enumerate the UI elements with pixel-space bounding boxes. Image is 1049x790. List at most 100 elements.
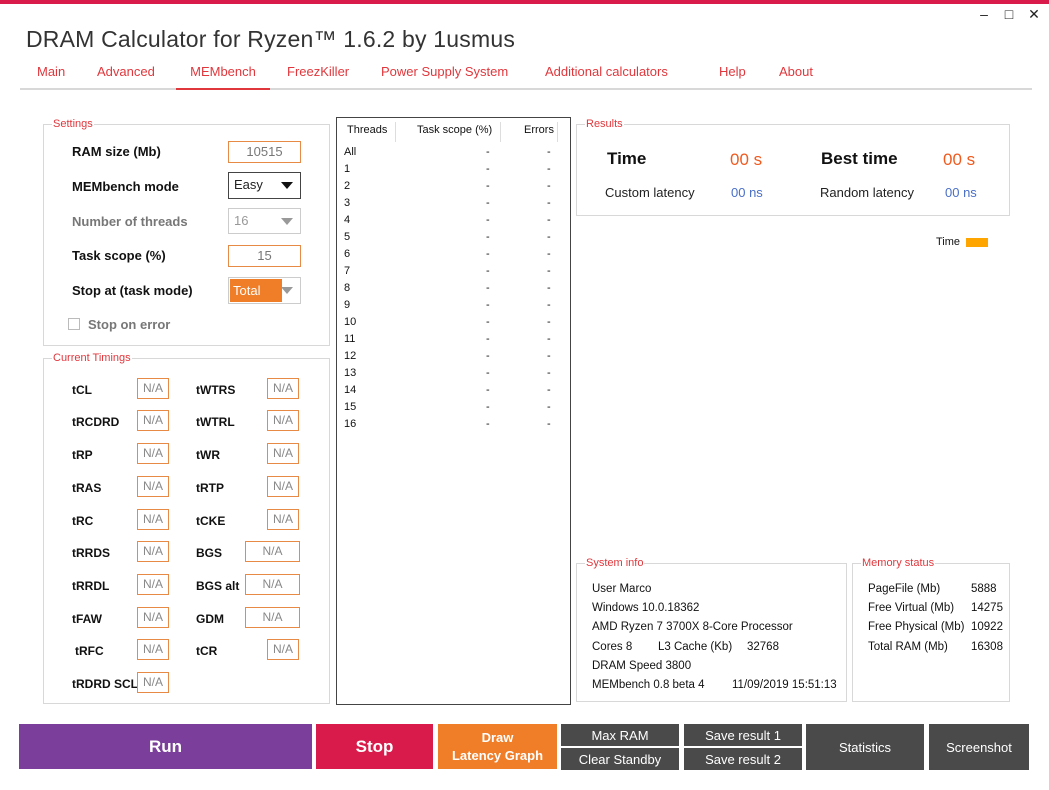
threads-select[interactable]: 16 (228, 208, 301, 234)
timing-value: N/A (267, 443, 299, 464)
timing-value: N/A (137, 541, 169, 562)
clear-standby-button[interactable]: Clear Standby (561, 748, 679, 770)
membench-mode-select[interactable]: Easy (228, 172, 301, 199)
thread-errors: - (547, 197, 551, 209)
thread-id: 15 (344, 401, 357, 413)
tab-main[interactable]: Main (37, 64, 65, 79)
timing-label: tWTRL (196, 415, 235, 429)
tab-advanced[interactable]: Advanced (97, 64, 155, 79)
system-l3-label: L3 Cache (Kb) (658, 641, 733, 653)
tab-power-supply-system[interactable]: Power Supply System (381, 64, 508, 79)
thread-id: 1 (344, 163, 351, 175)
tab-about[interactable]: About (779, 64, 813, 79)
timing-label: tRP (72, 448, 93, 462)
stop-on-error-checkbox[interactable] (68, 318, 80, 330)
draw-button-line2: Latency Graph (451, 747, 544, 763)
thread-task-scope: - (486, 248, 490, 260)
table-row: 12 - - (337, 350, 570, 367)
thread-task-scope: - (486, 180, 490, 192)
title-accent-bar (0, 0, 1049, 4)
thread-task-scope: - (486, 401, 490, 413)
run-button[interactable]: Run (19, 724, 312, 769)
memory-status-legend: Memory status (861, 557, 936, 569)
system-datetime: 11/09/2019 15:51:13 (732, 679, 837, 691)
timing-value: N/A (137, 672, 169, 693)
timings-group: Current Timings tCL N/A tWTRS N/A tRCDRD… (43, 352, 330, 704)
table-row: 13 - - (337, 367, 570, 384)
minimize-button[interactable]: – (974, 6, 994, 22)
table-row: 1 - - (337, 163, 570, 180)
ram-size-input[interactable]: 10515 (228, 141, 301, 163)
best-time-label: Best time (821, 149, 898, 168)
stop-at-value: Total (230, 279, 282, 302)
latency-graph-area (576, 226, 1010, 556)
table-row: 6 - - (337, 248, 570, 265)
timing-value: N/A (267, 378, 299, 399)
thread-id: 9 (344, 299, 351, 311)
stop-at-select[interactable]: Total (228, 277, 301, 304)
thread-task-scope: - (486, 333, 490, 345)
timing-label: tRCDRD (72, 415, 120, 429)
thread-task-scope: - (486, 231, 490, 243)
thread-errors: - (547, 418, 551, 430)
statistics-button[interactable]: Statistics (806, 724, 924, 770)
thread-id: 4 (344, 214, 351, 226)
timing-label: tWR (196, 448, 220, 462)
save-result-1-button[interactable]: Save result 1 (684, 724, 802, 746)
random-latency-label: Random latency (820, 185, 914, 200)
timing-value: N/A (245, 574, 300, 595)
draw-latency-graph-button[interactable]: Draw Latency Graph (438, 724, 557, 769)
timing-label: GDM (196, 612, 224, 626)
tab-additional-calculators[interactable]: Additional calculators (545, 64, 668, 79)
custom-latency-value: 00 ns (731, 185, 763, 200)
system-cores: Cores 8 (592, 641, 633, 653)
timing-label: BGS (196, 546, 223, 560)
thread-task-scope: - (486, 367, 490, 379)
thread-task-scope: - (486, 316, 490, 328)
graph-legend-label: Time (936, 236, 961, 248)
random-latency-value: 00 ns (945, 185, 977, 200)
thread-errors: - (547, 146, 551, 158)
table-row: 9 - - (337, 299, 570, 316)
thread-errors: - (547, 163, 551, 175)
table-row: 7 - - (337, 265, 570, 282)
stop-button[interactable]: Stop (316, 724, 433, 769)
thread-id: 12 (344, 350, 357, 362)
results-legend: Results (585, 118, 624, 130)
timing-label: tRFC (75, 644, 104, 658)
timing-label: tRTP (196, 481, 224, 495)
time-label: Time (607, 149, 647, 168)
close-button[interactable]: ✕ (1024, 6, 1044, 23)
task-scope-input[interactable]: 15 (228, 245, 301, 267)
memory-value: 10922 (971, 621, 1003, 633)
memory-label: Free Virtual (Mb) (868, 602, 955, 614)
thread-task-scope: - (486, 265, 490, 277)
timing-label: tCL (72, 383, 92, 397)
thread-id: 2 (344, 180, 351, 192)
tab-freezkiller[interactable]: FreezKiller (287, 64, 349, 79)
table-row: 5 - - (337, 231, 570, 248)
timing-value: N/A (267, 410, 299, 431)
timing-value: N/A (245, 607, 300, 628)
thread-errors: - (547, 401, 551, 413)
settings-legend: Settings (52, 118, 94, 130)
maximize-button[interactable]: □ (999, 6, 1019, 22)
timing-label: tRRDL (72, 579, 110, 593)
thread-errors: - (547, 367, 551, 379)
tab-membench[interactable]: MEMbench (176, 64, 270, 90)
max-ram-button[interactable]: Max RAM (561, 724, 679, 746)
table-row: 11 - - (337, 333, 570, 350)
custom-latency-label: Custom latency (605, 185, 695, 200)
screenshot-button[interactable]: Screenshot (929, 724, 1029, 770)
save-result-2-button[interactable]: Save result 2 (684, 748, 802, 770)
thread-errors: - (547, 299, 551, 311)
table-row: 10 - - (337, 316, 570, 333)
thread-id: All (344, 146, 357, 158)
settings-group: Settings RAM size (Mb) 10515 MEMbench mo… (43, 118, 330, 346)
system-info-group: System info User Marco Windows 10.0.1836… (576, 557, 847, 702)
time-value: 00 s (730, 150, 763, 169)
thread-task-scope: - (486, 163, 490, 175)
tab-help[interactable]: Help (719, 64, 746, 79)
timing-label: tCKE (196, 514, 226, 528)
graph-legend-swatch (966, 238, 988, 247)
